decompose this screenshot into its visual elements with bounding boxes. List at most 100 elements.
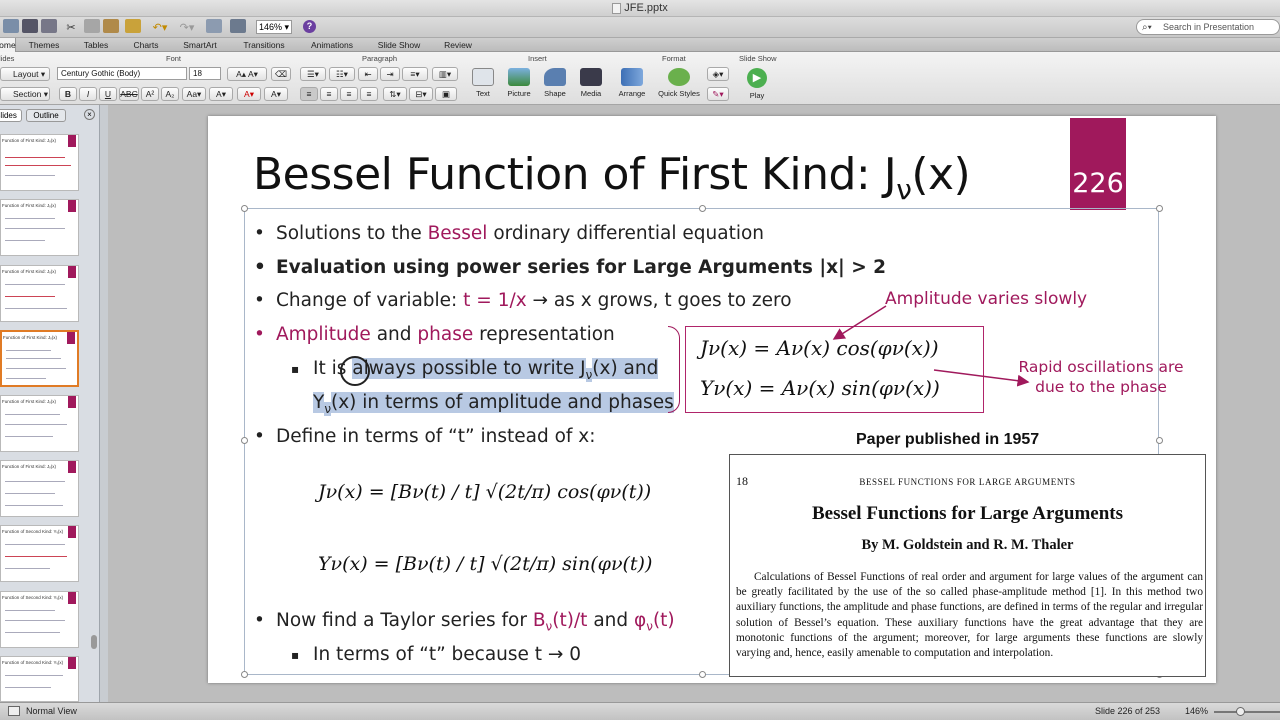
line-color-icon[interactable]: ✎▾: [707, 87, 729, 101]
standard-toolbar: ✂ ↶▾ ↷▾ 146% ▾ ?: [0, 17, 1280, 37]
tab-tables[interactable]: Tables: [74, 38, 118, 52]
pane-tab-outline[interactable]: Outline: [26, 109, 66, 122]
group-label-insert: Insert: [528, 54, 547, 63]
close-pane-icon[interactable]: ×: [84, 109, 95, 120]
cut-icon[interactable]: ✂: [64, 19, 78, 35]
align-right-button[interactable]: ≡: [340, 87, 358, 101]
highlight-button[interactable]: A▾: [264, 87, 288, 101]
mouse-cursor-indicator: [340, 356, 370, 386]
justify-button[interactable]: ≡: [360, 87, 378, 101]
slide-sorter-icon[interactable]: [206, 19, 222, 33]
slide-thumbnail[interactable]: Function of Second Kind: Yᵥ(x): [0, 525, 79, 582]
status-view: Normal View: [26, 706, 77, 716]
tab-slide-show[interactable]: Slide Show: [370, 38, 428, 52]
columns-button[interactable]: ▥▾: [432, 67, 458, 81]
numbering-button[interactable]: ☷▾: [329, 67, 355, 81]
decrease-indent-button[interactable]: ⇤: [358, 67, 378, 81]
font-size-step-buttons[interactable]: A▴ A▾: [227, 67, 267, 81]
new-icon[interactable]: [3, 19, 19, 33]
arrow-to-amplitude: [832, 305, 887, 340]
ribbon: Slides Font Paragraph Insert Format Slid…: [0, 52, 1280, 105]
tab-themes[interactable]: Themes: [22, 38, 66, 52]
status-bar: Normal View Slide 226 of 253 146%: [0, 702, 1280, 720]
change-case-button[interactable]: Aa▾: [182, 87, 206, 101]
bold-button[interactable]: B: [59, 87, 77, 101]
paper-title: Bessel Functions for Large Arguments: [811, 503, 1124, 524]
font-size-field[interactable]: 18: [189, 67, 221, 80]
media-icon: [580, 68, 602, 86]
tab-review[interactable]: Review: [436, 38, 480, 52]
arrow-to-phase: [933, 369, 1030, 387]
group-label-paragraph: Paragraph: [362, 54, 398, 63]
slide-thumbnail[interactable]: Function of First Kind: Jᵥ(x): [0, 199, 79, 256]
align-text-button[interactable]: ⊟▾: [409, 87, 433, 101]
strikethrough-button[interactable]: ABC: [119, 87, 139, 101]
slide-thumbnail[interactable]: Function of First Kind: Jᵥ(x): [0, 134, 79, 191]
align-center-button[interactable]: ≡: [320, 87, 338, 101]
pane-tab-slides[interactable]: Slides: [0, 109, 22, 122]
group-label-slideshow: Slide Show: [739, 54, 777, 63]
slide-thumbnail[interactable]: Function of First Kind: Jᵥ(x): [0, 460, 79, 517]
tab-transitions[interactable]: Transitions: [234, 38, 294, 52]
undo-icon[interactable]: ↶▾: [149, 19, 171, 35]
slide-thumbnail[interactable]: Function of Second Kind: Yᵥ(x): [0, 591, 79, 648]
paper-caption: Paper published in 1957: [856, 431, 1040, 448]
copy-icon[interactable]: [84, 19, 100, 33]
slides-pane: Slides Outline × Function of First Kind:…: [0, 105, 100, 702]
tab-charts[interactable]: Charts: [124, 38, 168, 52]
slide-thumbnail[interactable]: Function of First Kind: Jᵥ(x): [0, 265, 79, 322]
play-icon: ▶: [747, 68, 767, 88]
text-direction-button[interactable]: ⇅▾: [383, 87, 407, 101]
subscript-button[interactable]: A₂: [161, 87, 179, 101]
paper-authors: By M. Goldstein and R. M. Thaler: [861, 537, 1074, 553]
save-icon[interactable]: [22, 19, 38, 33]
increase-indent-button[interactable]: ⇥: [380, 67, 400, 81]
paper-abstract: Calculations of Bessel Functions of real…: [736, 571, 1203, 660]
slide-thumbnail[interactable]: Function of First Kind: Jᵥ(x): [0, 395, 79, 452]
paste-icon[interactable]: [103, 19, 119, 33]
smartart-convert-button[interactable]: ▣: [435, 87, 457, 101]
section-button[interactable]: Section ▾: [0, 87, 50, 101]
status-slide-position: Slide 226 of 253: [1095, 706, 1161, 716]
window-title: JFE.pptx: [624, 2, 668, 14]
gallery-icon[interactable]: [230, 19, 246, 33]
redo-icon[interactable]: ↷▾: [176, 19, 198, 35]
tab-smartart[interactable]: SmartArt: [174, 38, 226, 52]
italic-button[interactable]: I: [79, 87, 97, 101]
slide-thumbnail[interactable]: Function of Second Kind: Yᵥ(x): [0, 656, 79, 702]
zoom-select[interactable]: 146% ▾: [256, 20, 292, 34]
font-color-button[interactable]: A▾: [237, 87, 261, 101]
layout-button[interactable]: Layout ▾: [0, 67, 50, 81]
print-icon[interactable]: [41, 19, 57, 33]
bullets-button[interactable]: ☰▾: [300, 67, 326, 81]
line-spacing-button[interactable]: ≡▾: [402, 67, 428, 81]
help-icon[interactable]: ?: [303, 20, 316, 33]
underline-button[interactable]: U: [99, 87, 117, 101]
search-input[interactable]: ⌕▾ Search in Presentation: [1136, 19, 1280, 35]
superscript-button[interactable]: A²: [141, 87, 159, 101]
play-button[interactable]: ▶ Play: [735, 66, 779, 104]
shape-icon: [544, 68, 566, 86]
font-name-field[interactable]: Century Gothic (Body): [57, 67, 187, 80]
insert-media-button[interactable]: Media: [569, 66, 613, 104]
arrange-button[interactable]: Arrange: [610, 66, 654, 104]
document-icon: [612, 2, 622, 14]
align-left-button[interactable]: ≡: [300, 87, 318, 101]
tab-home[interactable]: Home: [0, 38, 16, 52]
text-effects-button[interactable]: A▾: [209, 87, 233, 101]
zoom-slider-track[interactable]: [1214, 711, 1280, 713]
clear-format-icon[interactable]: ⌫: [271, 67, 291, 81]
format-painter-icon[interactable]: [125, 19, 141, 33]
tab-animations[interactable]: Animations: [302, 38, 362, 52]
group-label-slides: Slides: [0, 54, 15, 63]
search-placeholder: Search in Presentation: [1163, 22, 1255, 32]
slide: Bessel Function of First Kind: Jν(x) 226…: [208, 116, 1216, 683]
paper-excerpt-image[interactable]: 18 BESSEL FUNCTIONS FOR LARGE ARGUMENTS …: [729, 454, 1206, 677]
fill-color-icon[interactable]: ◈▾: [707, 67, 729, 81]
pane-scrollbar[interactable]: [91, 635, 97, 649]
slide-thumbnail-selected[interactable]: Function of First Kind: Jᵥ(x): [0, 330, 79, 387]
zoom-slider-knob[interactable]: [1236, 707, 1245, 716]
quick-styles-button[interactable]: Quick Styles: [656, 66, 702, 104]
pane-splitter[interactable]: [100, 105, 108, 702]
view-icon[interactable]: [8, 706, 20, 716]
